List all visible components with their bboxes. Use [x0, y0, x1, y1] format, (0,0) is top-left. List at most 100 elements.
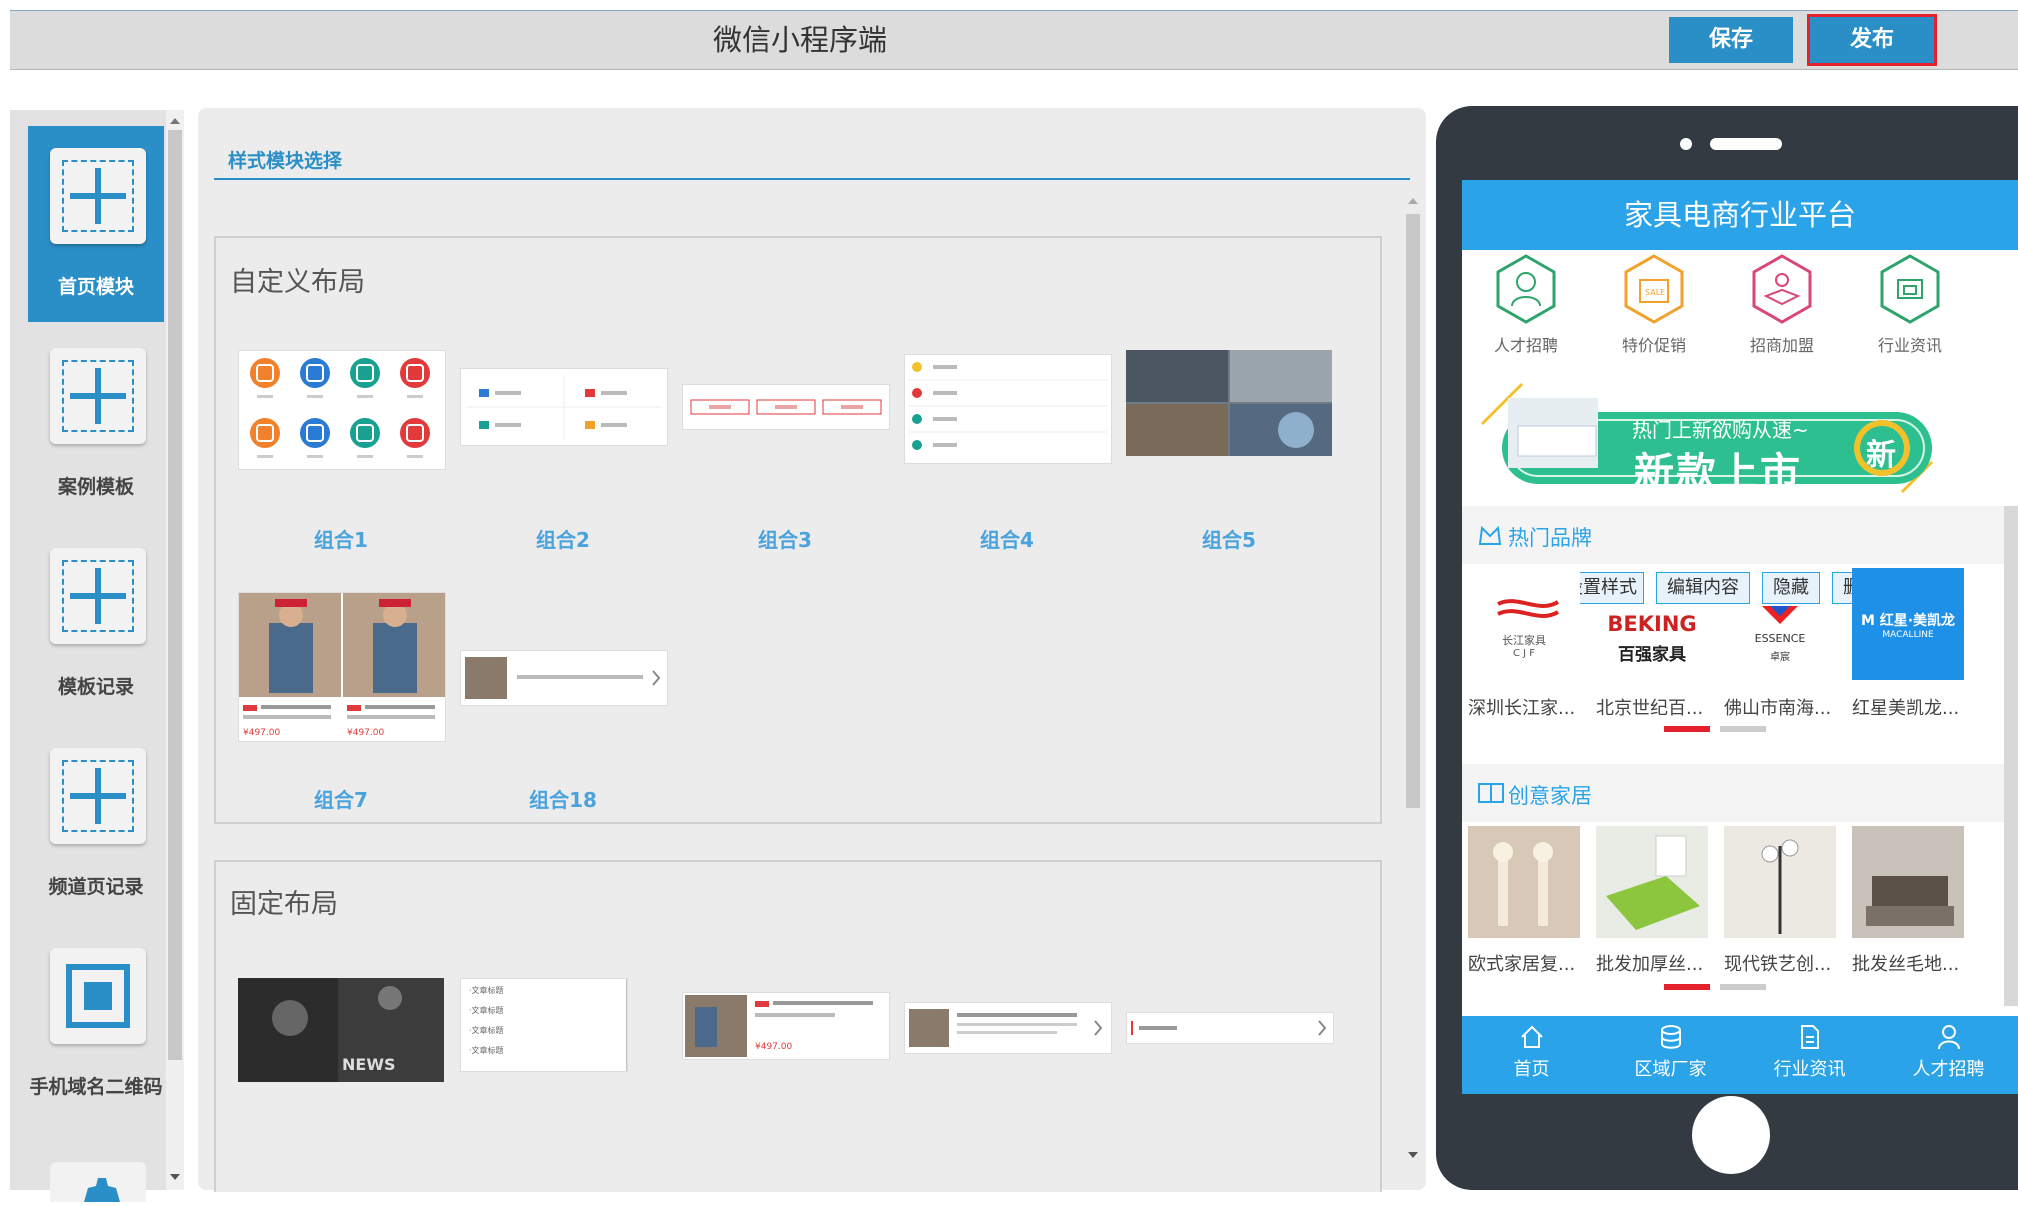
- sidebar-item-label: 首页模块: [57, 276, 134, 298]
- preview-scroll-thumb[interactable]: [2004, 506, 2018, 1006]
- top-bar: 微信小程序端 保存 发布: [10, 10, 2018, 70]
- combo-thumb-3[interactable]: [682, 384, 890, 430]
- speaker-slot: [1710, 138, 1782, 150]
- combo-thumb-18[interactable]: [460, 650, 668, 706]
- combo-label-1[interactable]: 组合1: [238, 524, 444, 553]
- save-button[interactable]: 保存: [1669, 17, 1793, 63]
- fixed-thumb-text-list[interactable]: [904, 1002, 1112, 1054]
- plus-icon: [50, 748, 146, 844]
- sidebar-item-label: 模板记录: [57, 676, 134, 698]
- combo-label-7[interactable]: 组合7: [238, 784, 444, 813]
- brand-logo[interactable]: M 红星·美凯龙 MACALLINE: [1852, 568, 1964, 680]
- sidebar-item-label: 案例模板: [57, 476, 134, 498]
- combo-label-3[interactable]: 组合3: [682, 524, 888, 553]
- sofa-icon: [1880, 254, 1940, 324]
- tab-talent[interactable]: 人才招聘: [1879, 1024, 2018, 1081]
- page-indicator-active[interactable]: [1664, 726, 1710, 732]
- category-news[interactable]: 行业资讯: [1846, 254, 1974, 356]
- hide-button[interactable]: 隐藏: [1762, 572, 1820, 604]
- plus-icon: [50, 348, 146, 444]
- fixed-thumb-news[interactable]: NEWS: [238, 978, 444, 1082]
- sidebar-item-label: 手机域名二维码: [29, 1076, 163, 1098]
- sidebar-item-label: 频道页记录: [48, 876, 144, 898]
- publish-button[interactable]: 发布: [1807, 14, 1937, 66]
- brand-name[interactable]: 佛山市南海...: [1724, 694, 1846, 720]
- fixed-thumb-articles[interactable]: ·文章标题 ·文章标题 ·文章标题 ·文章标题: [460, 978, 628, 1072]
- app-title: 家具电商行业平台: [1462, 180, 2018, 250]
- sale-tag-icon: SALE: [1624, 254, 1684, 324]
- brand-name[interactable]: 北京世纪百...: [1596, 694, 1718, 720]
- combo-thumb-5[interactable]: [1126, 350, 1332, 456]
- scroll-down-icon: [1408, 1152, 1418, 1158]
- product-name[interactable]: 批发丝毛地...: [1852, 950, 1974, 976]
- fixed-thumb-link[interactable]: [1126, 1012, 1334, 1044]
- tab-home[interactable]: 首页: [1462, 1024, 1601, 1081]
- category-label: 行业资讯: [1877, 336, 1942, 355]
- combo-label-18[interactable]: 组合18: [460, 784, 666, 813]
- product-list: 欧式家居复... 批发加厚丝... 现代铁艺创... 批发丝毛地...: [1462, 826, 2018, 1016]
- brand-name[interactable]: 红星美凯龙...: [1852, 694, 1974, 720]
- banner-line-2: 新款上市: [1634, 450, 1802, 496]
- user-icon: [1937, 1025, 1960, 1050]
- promo-banner[interactable]: 热门上新欲购从速~ 新款上市 新: [1462, 374, 2018, 504]
- gear-icon[interactable]: [50, 1162, 146, 1202]
- sidebar-scroll-thumb[interactable]: [168, 130, 182, 1060]
- tab-industry-news[interactable]: 行业资讯: [1740, 1024, 1879, 1081]
- crown-icon: [1478, 525, 1502, 545]
- camera-dot: [1680, 138, 1692, 150]
- brand-logo[interactable]: 长江家具 C J F: [1468, 568, 1580, 680]
- brand-list: 设置样式 编辑内容 隐藏 删除 长江家具 C J F BEKING 百强家具 E…: [1462, 568, 2018, 768]
- product-name[interactable]: 批发加厚丝...: [1596, 950, 1718, 976]
- product-name[interactable]: 现代铁艺创...: [1724, 950, 1846, 976]
- fixed-layout-group: 固定布局 NEWS ·文章标题 ·文章标题 ·文章标题 ·文章标题 ¥497.0…: [214, 860, 1382, 1192]
- hot-brands-header: 热门品牌: [1462, 506, 2018, 564]
- document-icon: [1800, 1025, 1819, 1049]
- svg-text:SALE: SALE: [1645, 288, 1665, 297]
- tab-regional-factories[interactable]: 区域厂家: [1601, 1024, 1740, 1081]
- combo-label-4[interactable]: 组合4: [904, 524, 1110, 553]
- sidebar-item-qr-code[interactable]: 手机域名二维码: [28, 926, 164, 1122]
- category-sale[interactable]: SALE 特价促销: [1590, 254, 1718, 356]
- category-franchise[interactable]: 招商加盟: [1718, 254, 1846, 356]
- page-indicator-active[interactable]: [1664, 984, 1710, 990]
- combo-thumb-7[interactable]: ¥497.00 ¥497.00: [238, 592, 446, 742]
- phone-home-button: [1692, 1096, 1770, 1174]
- combo-label-2[interactable]: 组合2: [460, 524, 666, 553]
- scroll-up-icon: [170, 118, 180, 124]
- product-name[interactable]: 欧式家居复...: [1468, 950, 1590, 976]
- combo-label-5[interactable]: 组合5: [1126, 524, 1332, 553]
- page-indicator[interactable]: [1720, 984, 1766, 990]
- combo-thumb-2[interactable]: [460, 368, 668, 446]
- article-title: ·文章标题: [469, 985, 504, 995]
- plus-icon: [50, 148, 146, 244]
- scroll-up-icon: [1408, 198, 1418, 204]
- panel-header: 样式模块选择: [228, 150, 343, 172]
- brand-logo[interactable]: BEKING 百强家具: [1596, 606, 1708, 680]
- edit-content-button[interactable]: 编辑内容: [1656, 572, 1750, 604]
- phone-screen: 家具电商行业平台 人才招聘 SALE 特价促销 招商加盟 行业资讯 热门上新欲购…: [1462, 180, 2018, 1094]
- product-image[interactable]: [1468, 826, 1580, 938]
- brand-name[interactable]: 深圳长江家...: [1468, 694, 1590, 720]
- combo-thumb-4[interactable]: [904, 354, 1112, 464]
- product-image[interactable]: [1852, 826, 1964, 938]
- category-talent[interactable]: 人才招聘: [1462, 254, 1590, 356]
- price-text: ¥497.00: [755, 1042, 792, 1052]
- page-indicator[interactable]: [1720, 726, 1766, 732]
- scroll-down-icon: [170, 1174, 180, 1180]
- article-title: ·文章标题: [469, 1045, 504, 1055]
- article-title: ·文章标题: [469, 1025, 504, 1035]
- sidebar-item-channel-record[interactable]: 频道页记录: [28, 726, 164, 922]
- center-scroll-thumb[interactable]: [1406, 214, 1420, 808]
- product-image[interactable]: [1724, 826, 1836, 938]
- combo-thumb-1[interactable]: [238, 350, 446, 470]
- product-image[interactable]: [1596, 826, 1708, 938]
- fixed-thumb-product[interactable]: ¥497.00: [682, 992, 890, 1060]
- brand-logo[interactable]: ESSENCE 卓宸: [1724, 606, 1836, 680]
- banner-line-1: 热门上新欲购从速~: [1632, 418, 1809, 442]
- sidebar-item-home-module[interactable]: 首页模块: [28, 126, 164, 322]
- creative-header: 创意家居: [1462, 764, 2018, 822]
- sidebar-item-case-template[interactable]: 案例模板: [28, 326, 164, 522]
- sidebar-item-template-record[interactable]: 模板记录: [28, 526, 164, 722]
- home-icon: [1520, 1025, 1543, 1048]
- price-text: ¥497.00: [347, 728, 384, 738]
